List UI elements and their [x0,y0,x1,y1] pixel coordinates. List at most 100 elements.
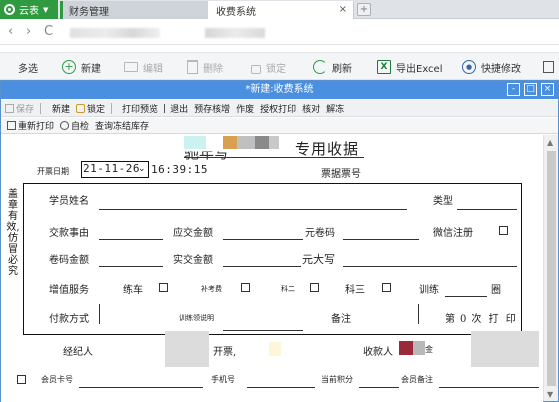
scroll-down-icon[interactable]: ▼ [547,390,553,399]
multi-select-label: 多选 [18,63,38,75]
unfreeze-button[interactable]: 解冻 [326,102,344,115]
exit-icon [164,103,168,113]
lock-record-icon [76,103,86,113]
training-laps-field[interactable] [445,296,487,297]
reprint-button[interactable]: 重新打印 [7,119,54,132]
wechat-register-checkbox[interactable] [499,226,508,235]
handler-field[interactable] [165,331,209,367]
self-check-icon [60,121,70,130]
authorize-print-button[interactable]: 授权打印 [260,102,296,115]
phone-label: 手机号 [211,375,235,384]
export-excel-label: 导出Excel [396,63,443,75]
voucher-amount-field[interactable] [99,266,163,267]
main-toolbar: 多选 + 新建 编辑 删除 锁定 刷新 X 导出Excel ● 快捷修改 [0,52,559,80]
refresh-icon [313,60,327,74]
close-tab-icon[interactable]: × [339,4,347,15]
blurred-address [70,28,160,38]
edit-label: 编辑 [143,63,163,75]
receipt-title: 专用收据 [295,140,360,158]
forward-icon[interactable]: › [26,24,31,39]
dialog-title: *新建:收费系统 [245,84,314,95]
multi-select-button[interactable]: 多选 [18,57,38,77]
member-card-field[interactable] [79,387,203,388]
save-label: 保存 [16,104,35,115]
close-icon[interactable]: × [541,83,554,96]
new-tab-button[interactable]: + [357,3,371,16]
lock-record-button[interactable]: 锁定 [76,102,105,115]
dialog-toolbar: 保存 新建 锁定 打印预览 退出 预存核增 作废 授权打印 核对 解冻 [1,100,558,117]
voucher-code-field[interactable] [343,239,419,240]
export-excel-button[interactable]: X 导出Excel [377,57,443,77]
voucher-code-label: 元卷码 [305,228,335,239]
scroll-up-icon[interactable]: ▲ [547,138,553,147]
edit-button[interactable]: 编辑 [124,57,163,77]
member-checkbox[interactable] [17,375,26,384]
new-button[interactable]: + 新建 [62,57,101,77]
void-button[interactable]: 作废 [236,102,254,115]
member-card-label: 会员卡号 [41,375,73,384]
paid-amount-field[interactable] [223,266,301,267]
exit-button[interactable]: 退出 [164,102,188,115]
practice-car-checkbox[interactable] [159,283,168,292]
divider [418,304,419,324]
authorize-print-label: 授权打印 [260,104,297,115]
receipt-number-label: 票据票号 [321,169,361,180]
lock-button[interactable]: 锁定 [251,57,286,77]
handler-label: 经纪人 [63,347,93,358]
lock-icon [251,64,261,74]
issue-time[interactable]: 16:39:15 [151,163,208,176]
maximize-icon[interactable]: □ [524,83,537,96]
print-preview-button[interactable]: 打印预览 [118,102,158,115]
reload-icon[interactable]: C [44,24,53,39]
delete-button[interactable]: 删除 [187,57,223,77]
payee-label: 收款人 [363,347,393,358]
phone-field[interactable] [247,387,315,388]
reprint-label: 重新打印 [18,122,55,132]
payee-field[interactable] [471,331,539,367]
training-collect-field[interactable] [223,330,303,331]
blurred-address-2 [205,28,265,38]
issue-date-input[interactable]: 21-11-26 ⌄ [81,161,149,178]
member-note-label: 会员备注 [401,375,433,384]
self-check-button[interactable]: 自检 [60,119,89,132]
new-billing-dialog: *新建:收费系统 - □ × 保存 新建 锁定 打印预览 退出 预存核增 作废 … [0,80,559,402]
payee-blurred [413,341,425,355]
new-record-icon [47,104,50,113]
tab-finance[interactable]: 财务管理 [60,1,208,19]
pay-reason-field[interactable] [99,239,163,240]
app-menu-label: 云表 [19,6,39,17]
receipt-form: 驰年写 专用收据 开票日期 21-11-26 ⌄ 16:39:15 票据票号 盖… [1,135,543,402]
trash-icon [187,60,198,74]
prestore-verify-button[interactable]: 预存核增 [194,102,230,115]
copy-button[interactable] [543,57,559,77]
supplement-fee-checkbox[interactable] [241,283,250,292]
scroll-thumb[interactable] [547,151,556,386]
save-button[interactable]: 保存 [5,102,34,115]
vertical-scrollbar[interactable]: ▲ ▼ [543,135,558,401]
query-frozen-stock-button[interactable]: 查询冻结库存 [95,119,149,132]
chevron-down-icon[interactable]: ⌄ [138,162,146,176]
folder-icon [124,62,138,72]
verify-button[interactable]: 核对 [302,102,320,115]
issuer-field[interactable] [269,342,281,356]
minimize-icon[interactable]: - [507,83,520,96]
back-icon[interactable]: ‹ [8,24,13,39]
type-field[interactable] [457,209,517,210]
subject2-checkbox[interactable] [310,283,319,292]
due-amount-label: 应交金额 [173,228,213,239]
new-record-button[interactable]: 新建 [47,102,70,115]
copy-icon [543,61,554,73]
refresh-button[interactable]: 刷新 [313,57,352,77]
member-note-field[interactable] [439,387,539,388]
tab-billing[interactable]: 收费系统 × [208,1,354,19]
quick-edit-button[interactable]: ● 快捷修改 [462,57,521,77]
due-amount-field[interactable] [223,239,303,240]
student-name-field[interactable] [99,209,407,210]
toolbar-separator [111,102,113,114]
amount-in-words-field[interactable] [343,266,517,267]
app-menu-button[interactable]: 云表 ▼ [0,0,58,19]
points-field[interactable] [359,387,399,388]
subject3-checkbox[interactable] [382,283,391,292]
browser-tab-bar: 云表 ▼ 财务管理 收费系统 × + [0,0,559,19]
app-logo-icon [4,4,15,15]
